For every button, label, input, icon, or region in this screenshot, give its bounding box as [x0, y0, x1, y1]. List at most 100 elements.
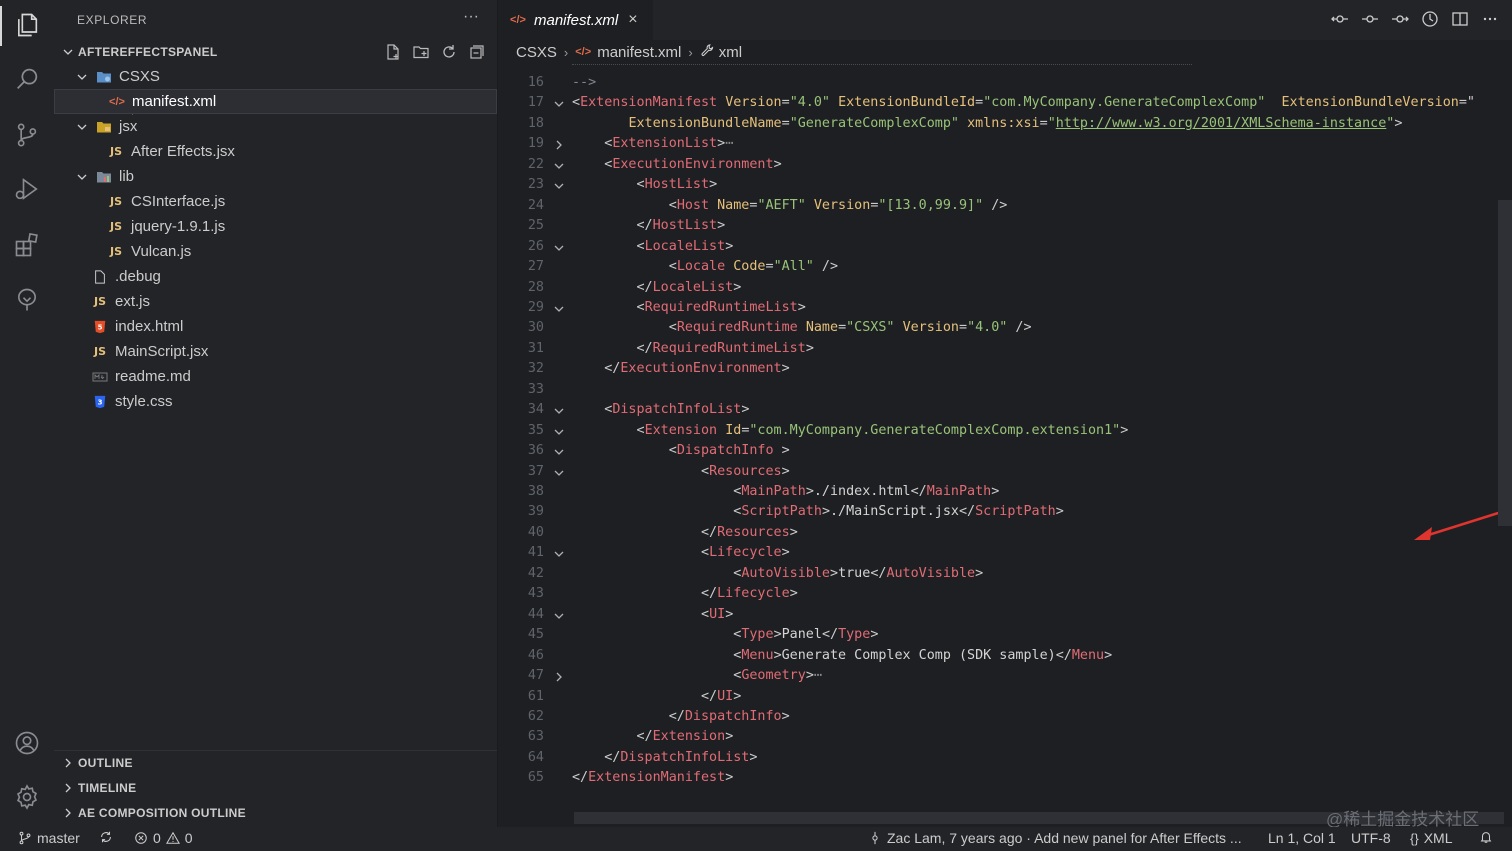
- code-line: 16 -->: [498, 73, 1512, 93]
- extensions-icon[interactable]: [12, 230, 42, 260]
- explorer-more-icon[interactable]: ···: [463, 8, 479, 26]
- new-file-icon[interactable]: [383, 42, 403, 62]
- line-number: 42: [527, 565, 544, 581]
- tree-file-style-css[interactable]: 3 style.css: [54, 389, 497, 414]
- code-token: </: [636, 279, 653, 295]
- sync-icon[interactable]: [99, 830, 113, 844]
- line-number: 25: [527, 218, 544, 234]
- run-debug-icon[interactable]: [12, 174, 42, 204]
- tree-file-readme-md[interactable]: readme.md: [54, 364, 497, 389]
- code-token: ./MainScript.jsx: [830, 504, 959, 520]
- source-control-icon[interactable]: [12, 120, 42, 150]
- xml-file-icon: </>: [575, 46, 592, 58]
- more-actions-icon[interactable]: [1480, 9, 1500, 29]
- tab-manifest-xml[interactable]: </> manifest.xml ×: [498, 0, 653, 40]
- refresh-icon[interactable]: [439, 42, 459, 62]
- tree-file-ext-js[interactable]: JS ext.js: [54, 289, 497, 314]
- git-commit-icon[interactable]: [1360, 9, 1380, 29]
- fold-chevron-down-icon[interactable]: [553, 609, 565, 621]
- new-folder-icon[interactable]: [411, 42, 431, 62]
- fold-chevron-right-icon[interactable]: [553, 138, 565, 150]
- branch-indicator[interactable]: master: [18, 830, 80, 846]
- cursor-position[interactable]: Ln 1, Col 1: [1268, 830, 1336, 846]
- account-icon[interactable]: [12, 728, 42, 758]
- explorer-icon[interactable]: [12, 10, 42, 40]
- file-icon: [92, 269, 108, 285]
- tree-file-after-effects-jsx[interactable]: JS After Effects.jsx: [54, 139, 497, 164]
- settings-gear-icon[interactable]: [12, 782, 42, 812]
- code-token: Generate Complex Comp (SDK sample): [781, 647, 1056, 663]
- breadcrumb-item-symbol[interactable]: xml: [719, 44, 742, 61]
- code-token: </: [636, 729, 653, 745]
- search-icon[interactable]: [12, 64, 42, 94]
- tree-file-debug[interactable]: .debug: [54, 264, 497, 289]
- tree-folder-csxs[interactable]: CSXS: [54, 64, 497, 89]
- code-token: Type: [838, 627, 871, 643]
- code-line: 43 </Lifecycle>: [498, 584, 1512, 604]
- tree-label: readme.md: [115, 368, 191, 385]
- git-blame[interactable]: Zac Lam, 7 years ago · Add new panel for…: [868, 830, 1242, 846]
- code-token: ExtensionBundleId: [838, 95, 976, 111]
- js-file-icon: JS: [109, 245, 122, 258]
- git-history-icon[interactable]: [1420, 9, 1440, 29]
- tree-file-manifest-xml[interactable]: </> manifest.xml: [54, 89, 497, 114]
- code-line: 42 <AutoVisible>true</AutoVisible>: [498, 564, 1512, 584]
- close-icon[interactable]: ×: [628, 11, 637, 29]
- collapse-all-icon[interactable]: [467, 42, 487, 62]
- fold-chevron-down-icon[interactable]: [553, 97, 565, 109]
- tree-folder-jsx[interactable]: jsx: [54, 114, 497, 139]
- remote-tree-icon[interactable]: [12, 285, 42, 315]
- timeline-section-header[interactable]: TIMELINE: [60, 777, 136, 799]
- notifications-bell-icon[interactable]: [1479, 830, 1493, 844]
- fold-chevron-down-icon[interactable]: [553, 404, 565, 416]
- fold-chevron-down-icon[interactable]: [553, 445, 565, 457]
- tree-file-jquery-js[interactable]: JS jquery-1.9.1.js: [54, 214, 497, 239]
- fold-chevron-down-icon[interactable]: [553, 241, 565, 253]
- split-editor-icon[interactable]: [1450, 9, 1470, 29]
- git-next-change-icon[interactable]: [1390, 9, 1410, 29]
- js-file-icon: JS: [93, 295, 106, 308]
- line-number: 47: [527, 668, 544, 684]
- fold-chevron-down-icon[interactable]: [553, 547, 565, 559]
- fold-chevron-down-icon[interactable]: [553, 425, 565, 437]
- chevron-down-icon: [77, 174, 87, 180]
- tree-label: style.css: [115, 393, 173, 410]
- tree-file-vulcan-js[interactable]: JS Vulcan.js: [54, 239, 497, 264]
- code-token: Resources: [709, 463, 782, 479]
- editor-actions: [1330, 9, 1500, 29]
- outline-section-header[interactable]: OUTLINE: [60, 752, 133, 774]
- tree-file-mainscript-jsx[interactable]: JS MainScript.jsx: [54, 339, 497, 364]
- code-line: 19 <ExtensionList>⋯: [498, 134, 1512, 154]
- tree-label: CSXS: [119, 68, 160, 85]
- encoding[interactable]: UTF-8: [1351, 830, 1391, 846]
- chevron-right-icon: ›: [563, 44, 569, 60]
- fold-chevron-down-icon[interactable]: [553, 466, 565, 478]
- fold-chevron-down-icon[interactable]: [553, 179, 565, 191]
- tree-file-index-html[interactable]: 5 index.html: [54, 314, 497, 339]
- tree-file-csinterface-js[interactable]: JS CSInterface.js: [54, 189, 497, 214]
- code-token: </: [604, 361, 621, 377]
- tree-folder-lib[interactable]: lib: [54, 164, 497, 189]
- ae-composition-outline-section-header[interactable]: AE COMPOSITION OUTLINE: [60, 802, 246, 824]
- schema-link[interactable]: http://www.w3.org/2001/XMLSchema-instanc…: [1056, 116, 1387, 131]
- code-token: <Host Name="AEFT" Version="[13.0,99.9]" …: [572, 196, 1008, 216]
- code-token: =": [1458, 95, 1475, 111]
- fold-chevron-right-icon[interactable]: [553, 670, 565, 682]
- code-token: </: [959, 504, 976, 520]
- js-file-icon: JS: [109, 195, 122, 208]
- fold-chevron-down-icon[interactable]: [553, 302, 565, 314]
- breadcrumb-item-file[interactable]: manifest.xml: [597, 44, 681, 61]
- breadcrumb-item-csxs[interactable]: CSXS: [516, 44, 557, 61]
- encoding-text: UTF-8: [1351, 830, 1391, 846]
- project-section-header[interactable]: AFTEREFFECTSPANEL: [60, 42, 218, 62]
- code-token: AutoVisible: [886, 565, 976, 581]
- problems-indicator[interactable]: 0 0: [134, 830, 193, 846]
- code-token: "CSXS": [846, 320, 895, 336]
- git-previous-change-icon[interactable]: [1330, 9, 1350, 29]
- code-editor[interactable]: 16 --> 17 <ExtensionManifest Version="4.0"…: [498, 64, 1512, 827]
- activity-bar: [0, 0, 54, 827]
- vertical-scrollbar[interactable]: [1498, 200, 1512, 526]
- fold-chevron-down-icon[interactable]: [553, 159, 565, 171]
- language-mode[interactable]: {} XML: [1410, 830, 1452, 846]
- code-token: DispatchInfo: [676, 443, 774, 459]
